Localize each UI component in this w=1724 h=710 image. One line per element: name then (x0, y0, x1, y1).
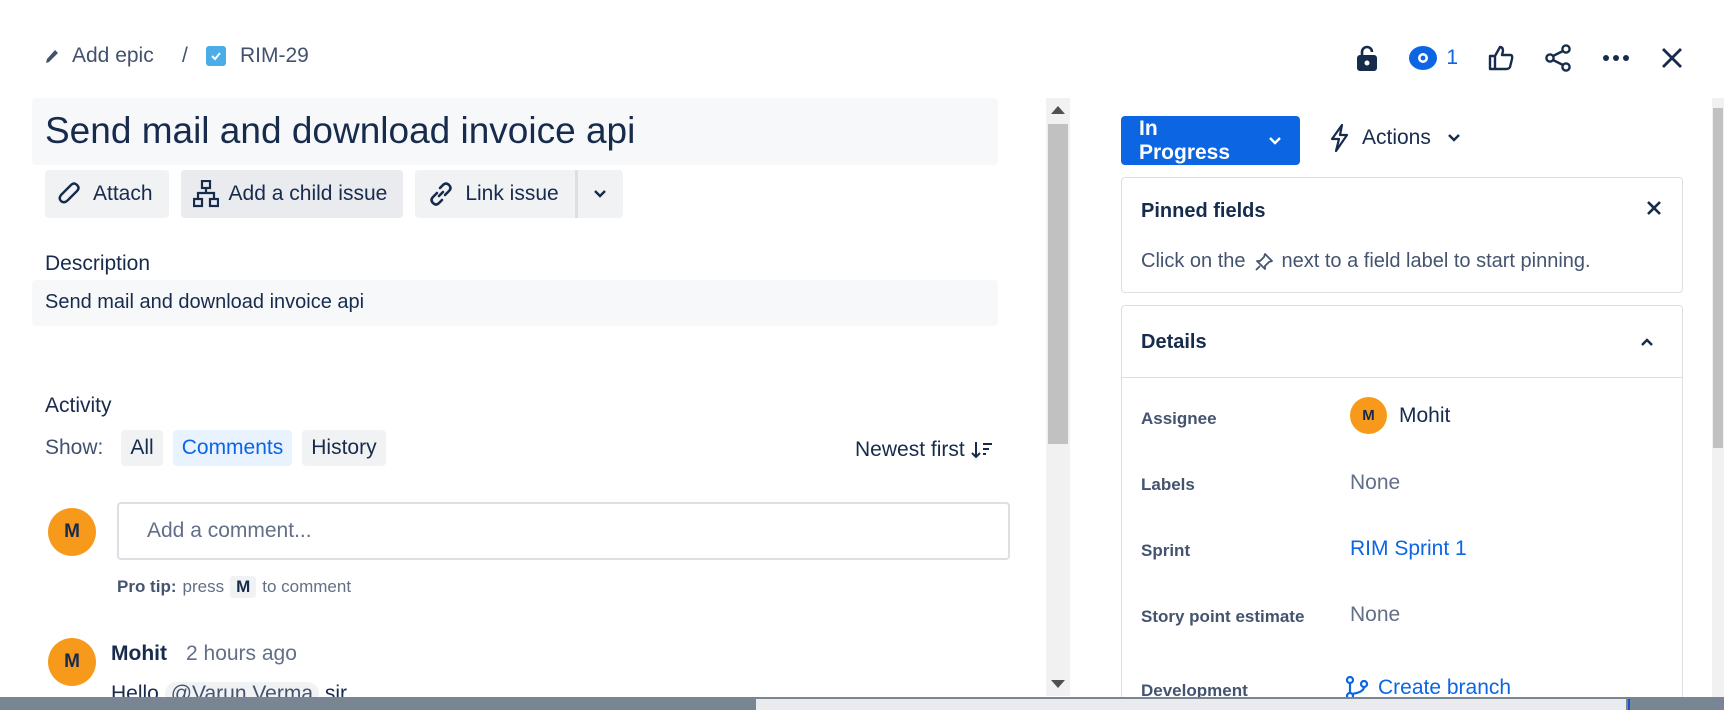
comment-author-avatar[interactable]: M (48, 638, 96, 686)
background-window-strip (756, 699, 1626, 710)
sort-order-button[interactable]: Newest first (855, 438, 993, 462)
sidebar-scrollbar[interactable] (1712, 98, 1724, 698)
details-panel: Details Assignee M Mohit Labels None Spr… (1121, 305, 1683, 710)
issue-title: Send mail and download invoice api (45, 110, 636, 151)
scroll-down-arrow[interactable] (1051, 680, 1065, 688)
hierarchy-icon (192, 180, 219, 208)
filter-history[interactable]: History (302, 430, 386, 466)
description-text: Send mail and download invoice api (45, 291, 365, 313)
issue-title-field[interactable]: Send mail and download invoice api (32, 98, 998, 165)
pencil-icon (44, 47, 60, 65)
story-points-label: Story point estimate (1141, 607, 1305, 626)
keyboard-shortcut-key: M (230, 576, 257, 598)
story-points-value[interactable]: None (1350, 603, 1400, 627)
link-issue-button[interactable]: Link issue (415, 170, 575, 218)
comment-author[interactable]: Mohit (111, 642, 167, 666)
sprint-label: Sprint (1141, 541, 1191, 560)
pinned-fields-panel: Pinned fields Click on the next to a fie… (1121, 177, 1683, 293)
description-field[interactable]: Send mail and download invoice api (32, 280, 998, 326)
close-icon[interactable] (1646, 200, 1662, 221)
more-actions-dropdown[interactable] (574, 170, 623, 218)
filter-all[interactable]: All (121, 430, 163, 466)
details-title: Details (1141, 331, 1207, 353)
attach-button[interactable]: Attach (45, 170, 169, 218)
scrollbar-thumb[interactable] (1048, 124, 1068, 444)
labels-value[interactable]: None (1350, 471, 1400, 495)
pin-icon (1254, 252, 1274, 272)
main-panel-scrollbar[interactable] (1046, 98, 1070, 696)
user-mention[interactable]: @Varun Verma (164, 682, 320, 698)
assignee-avatar: M (1350, 397, 1387, 434)
add-epic-link[interactable]: Add epic (44, 44, 154, 68)
share-icon[interactable] (1544, 40, 1572, 76)
breadcrumb-separator: / (182, 44, 188, 67)
sidebar-scrollbar-thumb[interactable] (1713, 108, 1723, 448)
comment-input[interactable]: Add a comment... (117, 502, 1010, 560)
chevron-down-icon (1268, 136, 1282, 146)
lightning-icon (1328, 124, 1350, 152)
more-icon[interactable] (1602, 40, 1630, 76)
issue-header: Add epic / RIM-29 1 (0, 0, 1724, 110)
chevron-down-icon (1447, 133, 1461, 143)
pro-tip-press: press (182, 577, 225, 596)
link-issue-label: Link issue (465, 182, 559, 205)
add-child-issue-button[interactable]: Add a child issue (180, 170, 404, 218)
comment-body: Hello @Varun Verma sir (111, 682, 347, 698)
pinned-hint-end: next to a field label to start pinning. (1281, 250, 1591, 272)
assignee-value: Mohit (1399, 403, 1451, 427)
add-epic-label: Add epic (72, 44, 154, 67)
sprint-link[interactable]: RIM Sprint 1 (1350, 537, 1467, 561)
link-icon (427, 180, 455, 208)
sort-label: Newest first (855, 438, 965, 461)
assignee-label: Assignee (1141, 409, 1217, 428)
status-dropdown[interactable]: In Progress (1121, 116, 1300, 165)
add-child-issue-label: Add a child issue (228, 182, 388, 205)
issue-key-label: RIM-29 (240, 44, 309, 67)
comment-body-start: Hello (111, 682, 159, 698)
close-icon[interactable] (1660, 40, 1684, 76)
actions-label: Actions (1362, 126, 1431, 149)
background-accent-line (1628, 699, 1630, 710)
comment-placeholder: Add a comment... (147, 519, 312, 542)
lock-icon[interactable] (1356, 40, 1378, 76)
description-heading: Description (45, 252, 151, 275)
scroll-up-arrow[interactable] (1051, 106, 1065, 114)
assignee-field[interactable]: M Mohit (1350, 397, 1450, 434)
issue-key-link[interactable]: RIM-29 (206, 44, 309, 68)
watch-button[interactable]: 1 (1408, 40, 1458, 76)
pinned-hint-start: Click on the (1141, 250, 1246, 272)
comment-body-end: sir (324, 682, 348, 698)
chevron-up-icon[interactable] (1640, 334, 1654, 352)
comment-timestamp[interactable]: 2 hours ago (186, 642, 297, 666)
activity-heading: Activity (45, 394, 112, 417)
details-header[interactable]: Details (1122, 306, 1682, 378)
task-checkbox-icon (206, 46, 226, 66)
pro-tip: Pro tip: press M to comment (117, 576, 351, 598)
chevron-down-icon (593, 189, 607, 199)
issue-main-panel: Send mail and download invoice api Attac… (0, 98, 1046, 698)
status-label: In Progress (1139, 116, 1231, 164)
eye-icon (1408, 45, 1438, 71)
paperclip-icon (57, 181, 83, 207)
watch-count: 1 (1446, 46, 1458, 69)
pinned-fields-hint: Click on the next to a field label to st… (1141, 250, 1591, 273)
activity-filter-bar: Show: All Comments History (45, 430, 386, 466)
pro-tip-prefix: Pro tip: (117, 577, 177, 596)
actions-dropdown[interactable]: Actions (1328, 124, 1461, 152)
show-label: Show: (45, 436, 104, 459)
sort-descending-icon (970, 441, 993, 459)
labels-label: Labels (1141, 475, 1195, 494)
filter-comments[interactable]: Comments (172, 430, 293, 466)
issue-toolbar: Attach Add a child issue Link issue (45, 170, 623, 218)
thumbs-up-icon[interactable] (1488, 40, 1514, 76)
issue-top-actions: 1 (1356, 40, 1684, 76)
attach-label: Attach (93, 182, 153, 205)
pinned-fields-title: Pinned fields (1141, 200, 1266, 222)
link-issue-split-button: Link issue (415, 170, 623, 218)
current-user-avatar: M (48, 508, 96, 556)
pro-tip-suffix: to comment (262, 577, 352, 596)
